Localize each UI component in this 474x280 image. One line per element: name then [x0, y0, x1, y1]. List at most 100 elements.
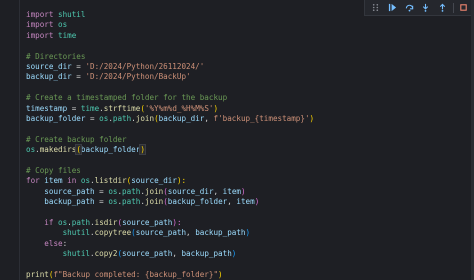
code-token: shutil: [62, 248, 91, 258]
code-token: backup_dir: [158, 113, 205, 123]
code-line: else:: [26, 239, 474, 249]
code-token: :: [62, 238, 68, 248]
code-token: source_dir: [131, 176, 177, 186]
continue-icon[interactable]: [385, 1, 399, 15]
code-token: time: [80, 103, 100, 113]
code-token: item: [44, 176, 63, 186]
code-token: item: [222, 186, 241, 196]
code-token: shutil: [58, 10, 86, 19]
code-token: backup_folder: [26, 113, 86, 123]
code-token: shutil: [62, 228, 91, 238]
code-token: '%Y%m%d_%H%M%S': [144, 103, 214, 113]
code-token: ,: [213, 186, 223, 196]
code-line: backup_path = os.path.join(backup_folder…: [26, 197, 474, 207]
code-token: =: [94, 186, 109, 196]
code-token: ):: [172, 217, 182, 227]
code-token: =: [85, 113, 100, 123]
code-line: timestamp = time.strftime('%Y%m%d_%H%M%S…: [26, 104, 474, 114]
code-token: os: [58, 20, 68, 30]
code-token: for: [26, 176, 40, 186]
code-line: # Directories: [26, 52, 474, 62]
code-token: os: [80, 176, 91, 186]
code-area[interactable]: import shutil import os import time # Dire…: [26, 10, 474, 280]
code-token: in: [67, 176, 77, 186]
code-editor[interactable]: import shutil import os import time # Dire…: [0, 0, 474, 280]
code-token: path: [122, 186, 141, 196]
code-line: # Copy files: [26, 166, 474, 176]
code-token: backup_path: [181, 248, 232, 258]
code-token: copytree: [94, 228, 132, 238]
code-token: ): [309, 113, 315, 123]
code-token: listdir: [94, 176, 127, 186]
editor-gutter: [19, 0, 20, 280]
code-token: # Directories: [26, 51, 86, 61]
code-token: source_dir: [167, 186, 214, 196]
step-out-icon[interactable]: [436, 1, 450, 15]
code-line: import time: [26, 31, 474, 41]
code-token: source_path: [135, 228, 187, 238]
code-token: timestamp: [26, 103, 68, 113]
code-line: backup_folder = os.path.join(backup_dir,…: [26, 114, 474, 124]
code-token: ): [240, 186, 246, 196]
code-token: source_path: [44, 186, 95, 196]
code-token: import: [26, 20, 54, 30]
code-token: time: [58, 30, 77, 40]
code-line: shutil.copytree(source_path, backup_path…: [26, 228, 474, 238]
code-token: f"Backup completed: {backup_folder}": [53, 269, 219, 279]
code-token: backup_path: [195, 228, 246, 238]
code-token: # Create a timestamped folder for the ba…: [26, 93, 228, 103]
code-token: backup_dir: [26, 72, 72, 82]
code-token: 'D:/2024/Python/BackUp': [85, 72, 191, 82]
code-line: source_dir = 'D:/2024/Python/26112024/': [26, 62, 474, 72]
code-token: ): [139, 144, 146, 156]
code-token: 'D:/2024/Python/26112024/': [85, 61, 205, 71]
code-token: source_path: [122, 248, 173, 258]
code-token: strftime: [103, 103, 141, 113]
step-over-icon[interactable]: [402, 1, 416, 15]
code-token: ): [213, 103, 219, 113]
code-token: isdir: [94, 217, 118, 227]
code-line: if os.path.isdir(source_path):: [26, 218, 474, 228]
code-token: # Copy files: [26, 165, 81, 175]
code-token: # Create backup folder: [26, 134, 127, 144]
code-line: # Create backup folder: [26, 135, 474, 145]
code-token: import: [26, 10, 54, 19]
stop-icon[interactable]: [456, 1, 470, 15]
code-token: path: [122, 197, 141, 207]
code-line: print(f"Backup completed: {backup_folder…: [26, 270, 474, 280]
code-token: ): [245, 228, 251, 238]
code-line: shutil.copy2(source_path, backup_path): [26, 249, 474, 259]
drag-handle-icon[interactable]: [368, 1, 382, 15]
code-line: import os: [26, 20, 474, 30]
step-into-icon[interactable]: [419, 1, 433, 15]
code-token: else: [44, 238, 63, 248]
code-token: source_path: [122, 217, 173, 227]
code-token: makedirs: [39, 145, 77, 155]
code-token: f'backup_{timestamp}': [213, 113, 310, 123]
code-token: os: [58, 217, 68, 227]
code-token: item: [236, 197, 255, 207]
code-token: path: [71, 217, 91, 227]
code-token: =: [94, 197, 109, 207]
code-token: ,: [186, 228, 196, 238]
toolbar-separator: [452, 2, 454, 13]
code-token: os: [99, 113, 109, 123]
code-token: ): [218, 269, 223, 279]
code-token: backup_folder: [167, 197, 228, 207]
debug-toolbar: [364, 0, 474, 16]
code-token: print: [26, 269, 49, 279]
code-token: path: [112, 113, 132, 123]
code-token: ): [254, 197, 260, 207]
code-token: join: [144, 197, 164, 207]
